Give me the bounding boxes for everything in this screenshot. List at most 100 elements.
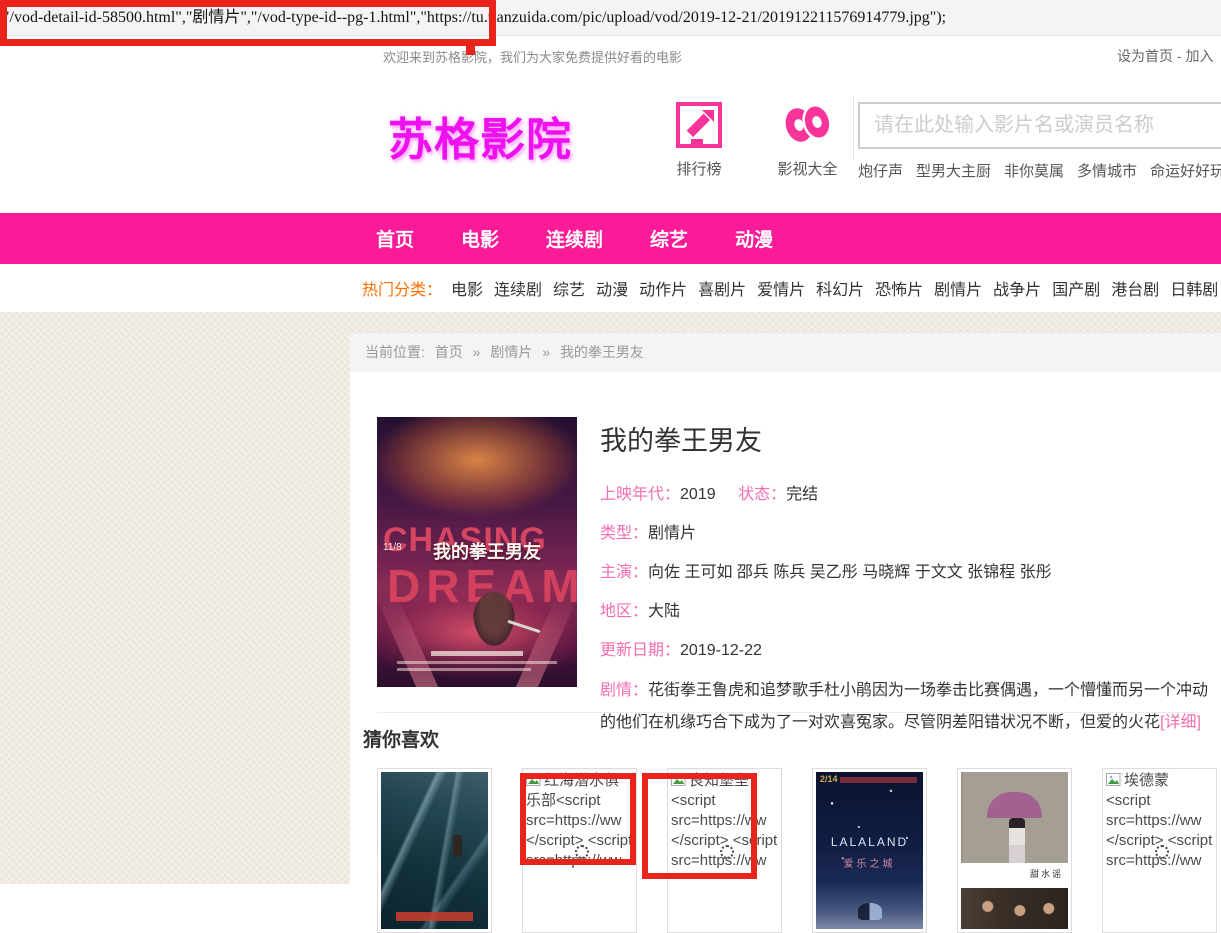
content-panel: 当前位置: 首页 » 剧情片 » 我的拳王男友 CHASING 我的拳王男友 1…: [350, 333, 1221, 884]
poster-image: [381, 772, 488, 929]
nav-item-series[interactable]: 连续剧: [546, 225, 603, 252]
poster-art: [961, 888, 1068, 929]
status-label: 状态：: [738, 486, 786, 503]
category-link[interactable]: 连续剧: [494, 276, 542, 300]
breadcrumb-separator: »: [542, 344, 550, 360]
welcome-bar: 欢迎来到苏格影院，我们为大家免费提供好看的电影 设为首页 - 加入: [0, 36, 1221, 73]
broken-image-icon: [526, 772, 543, 785]
category-link[interactable]: 动作片: [639, 276, 687, 300]
year-label: 上映年代：: [600, 486, 680, 503]
ranking-link[interactable]: 排行榜: [664, 93, 734, 179]
update-label: 更新日期：: [600, 642, 680, 659]
breadcrumb-category[interactable]: 剧情片: [490, 344, 532, 360]
hot-keywords: 炮仔声 型男大主厨 非你莫属 多情城市 命运好好玩: [858, 160, 1221, 181]
poster-image: 甜水谣: [961, 772, 1068, 929]
region-label: 地区：: [600, 603, 648, 620]
category-link[interactable]: 国产剧: [1052, 276, 1100, 300]
movie-info: 我的拳王男友 上映年代：2019 状态：完结 类型：剧情片 主演：向佐 王可如 …: [600, 417, 1221, 739]
hot-keyword-link[interactable]: 炮仔声: [858, 160, 903, 181]
site-logo[interactable]: 苏格影院: [388, 103, 572, 168]
loading-spinner-icon: [720, 845, 734, 859]
poster-art: [858, 903, 882, 920]
category-link[interactable]: 科幻片: [816, 276, 864, 300]
plot-detail-link[interactable]: [详细]: [1160, 714, 1201, 731]
movie-plot: 剧情：花街拳王鲁虎和追梦歌手杜小鹃因为一场拳击比赛偶遇，一个懵懂而另一个冲动的他…: [600, 675, 1221, 739]
related-section-title: 猜你喜欢: [363, 725, 439, 752]
hot-keyword-link[interactable]: 型男大主厨: [916, 160, 991, 181]
nav-item-variety[interactable]: 综艺: [650, 225, 688, 252]
broken-image-icon: [671, 772, 688, 785]
film-library-icon: [760, 93, 855, 149]
movie-year-status-row: 上映年代：2019 状态：完结: [600, 480, 1221, 504]
breadcrumb: 当前位置: 首页 » 剧情片 » 我的拳王男友: [350, 333, 1221, 372]
category-link[interactable]: 动漫: [596, 276, 628, 300]
movie-poster[interactable]: CHASING 我的拳王男友 11/8 DREAM: [377, 417, 577, 687]
related-poster-lalaland[interactable]: 2/14 LALALAND 爱乐之城: [812, 768, 927, 933]
loading-spinner-icon: [1155, 845, 1169, 859]
plot-text: 花街拳王鲁虎和追梦歌手杜小鹃因为一场拳击比赛偶遇，一个懵懂而另一个冲动的他们在机…: [600, 682, 1208, 731]
category-link[interactable]: 剧情片: [934, 276, 982, 300]
cast-label: 主演：: [600, 564, 648, 581]
poster-title-text: LALALAND: [816, 835, 923, 849]
poster-subtitle-text: 爱乐之城: [816, 855, 923, 870]
year-value: 2019: [680, 486, 716, 503]
movie-cast-row: 主演：向佐 王可如 邵兵 陈兵 吴乙彤 马晓辉 于文文 张锦程 张彤: [600, 558, 1221, 582]
category-link[interactable]: 综艺: [553, 276, 585, 300]
movie-region-row: 地区：大陆: [600, 597, 1221, 621]
status-value: 完结: [786, 486, 818, 503]
nav-item-home[interactable]: 首页: [376, 225, 414, 252]
update-value: 2019-12-22: [680, 642, 762, 659]
poster-image: 2/14 LALALAND 爱乐之城: [816, 772, 923, 929]
category-link[interactable]: 恐怖片: [875, 276, 923, 300]
movie-type-row: 类型：剧情片: [600, 519, 1221, 543]
related-poster-umbrella[interactable]: 甜水谣: [957, 768, 1072, 933]
category-link[interactable]: 日韩剧: [1170, 276, 1218, 300]
poster-release-date: 11/8: [383, 542, 402, 553]
related-broken-item-3[interactable]: 埃德蒙 <script src=https://ww </script> <sc…: [1102, 768, 1217, 933]
related-broken-item-2[interactable]: 良知堡垒<script src=https://ww </script> <sc…: [667, 768, 782, 933]
poster-art: [840, 777, 917, 783]
ranking-label: 排行榜: [664, 158, 734, 179]
hot-categories-label: 热门分类：: [362, 276, 442, 300]
category-link[interactable]: 爱情片: [757, 276, 805, 300]
breadcrumb-separator: »: [473, 344, 481, 360]
category-link[interactable]: 港台剧: [1111, 276, 1159, 300]
breadcrumb-current: 我的拳王男友: [560, 344, 644, 360]
type-value: 剧情片: [648, 525, 696, 542]
leaked-code-text: "/vod-detail-id-58500.html","剧情片","/vod-…: [0, 0, 1221, 36]
hot-categories-bar: 热门分类： 电影 连续剧 综艺 动漫 动作片 喜剧片 爱情片 科幻片 恐怖片 剧…: [0, 264, 1221, 312]
related-broken-item-1[interactable]: 红海潜水俱乐部<script src=https://ww </script> …: [522, 768, 637, 933]
header-divider: [853, 97, 854, 159]
category-link[interactable]: 战争片: [993, 276, 1041, 300]
section-divider: [377, 712, 1197, 713]
search-input[interactable]: [858, 102, 1221, 149]
related-poster-action[interactable]: [377, 768, 492, 933]
broken-image-icon: [1106, 772, 1123, 785]
breadcrumb-label: 当前位置:: [365, 344, 425, 360]
main-nav: 首页 电影 连续剧 综艺 动漫: [0, 213, 1221, 264]
hot-keyword-link[interactable]: 非你莫属: [1004, 160, 1064, 181]
category-link[interactable]: 喜剧片: [698, 276, 746, 300]
movie-update-row: 更新日期：2019-12-22: [600, 636, 1221, 660]
category-link[interactable]: 电影: [451, 276, 483, 300]
figure-art: [1009, 818, 1025, 864]
welcome-message: 欢迎来到苏格影院，我们为大家免费提供好看的电影: [383, 47, 682, 66]
cast-value: 向佐 王可如 邵兵 陈兵 吴乙彤 马晓辉 于文文 张锦程 张彤: [648, 564, 1052, 581]
loading-spinner-icon: [575, 845, 589, 859]
film-library-label: 影视大全: [760, 158, 855, 179]
nav-item-movies[interactable]: 电影: [461, 225, 499, 252]
film-library-link[interactable]: 影视大全: [760, 93, 855, 179]
breadcrumb-home[interactable]: 首页: [435, 344, 463, 360]
hot-keyword-link[interactable]: 命运好好玩: [1150, 160, 1221, 181]
movie-title: 我的拳王男友: [600, 419, 1221, 458]
poster-credits: [397, 651, 557, 675]
set-homepage-link[interactable]: 设为首页 - 加入: [1117, 46, 1213, 66]
site-header: 苏格影院 排行榜 影视大全: [0, 73, 1221, 213]
hot-keyword-link[interactable]: 多情城市: [1077, 160, 1137, 181]
type-label: 类型：: [600, 525, 648, 542]
poster-date-badge: 2/14: [820, 775, 834, 784]
nav-item-anime[interactable]: 动漫: [735, 225, 773, 252]
region-value: 大陆: [648, 603, 680, 620]
poster-caption: 甜水谣: [961, 863, 1068, 888]
ranking-icon: [664, 93, 734, 149]
